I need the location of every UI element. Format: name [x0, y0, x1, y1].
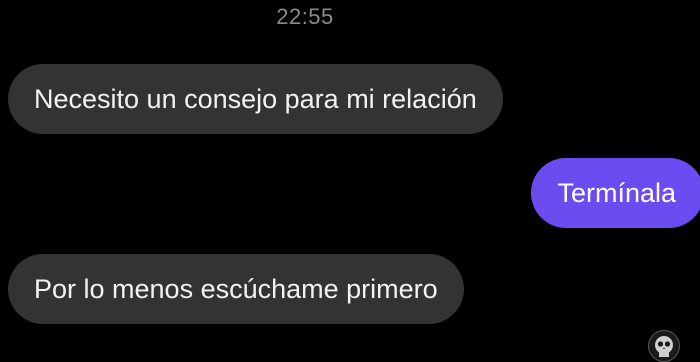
- incoming-message-bubble[interactable]: Por lo menos escúchame primero: [8, 254, 464, 324]
- incoming-message-bubble[interactable]: Necesito un consejo para mi relación: [8, 64, 503, 134]
- outgoing-message-bubble[interactable]: Termínala: [531, 158, 700, 228]
- message-thread: Necesito un consejo para mi relación Ter…: [0, 0, 700, 360]
- skull-avatar-icon[interactable]: [648, 330, 680, 362]
